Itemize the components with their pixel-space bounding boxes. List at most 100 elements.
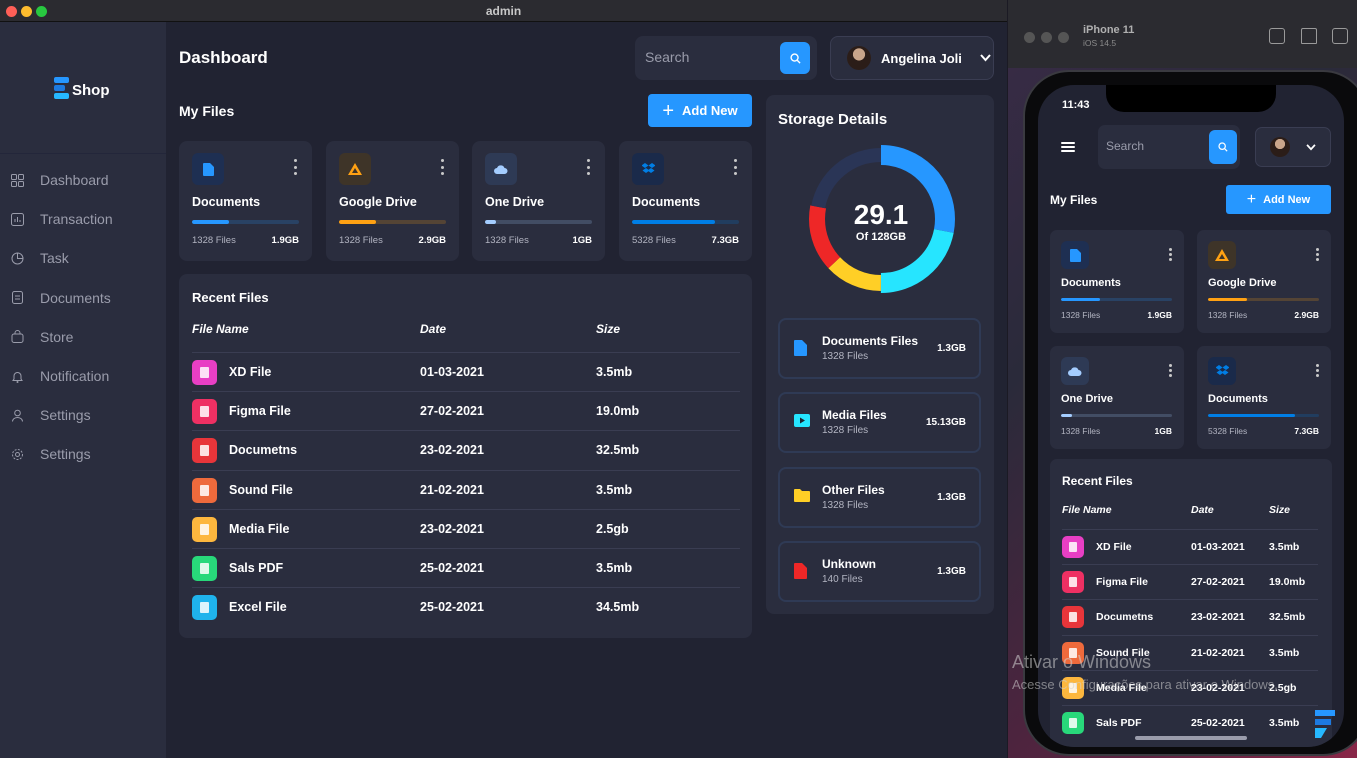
simulator-device-name: iPhone 11 [1083,24,1135,36]
table-row[interactable]: Documetns 23-02-2021 32.5mb [192,430,740,469]
sidebar-item-notification[interactable]: Notification [10,366,109,386]
sidebar-item-settings[interactable]: Settings [10,405,91,425]
table-row[interactable]: Media File 23-02-2021 2.5gb [192,508,740,548]
storage-item-name: Unknown [822,556,876,571]
sidebar-item-store[interactable]: Store [10,327,73,347]
column-header-size[interactable]: Size [596,322,620,336]
table-row[interactable]: Figma File 27-02-2021 19.0mb [192,391,740,430]
file-type-icon [192,438,217,464]
sidebar-item-settings[interactable]: Settings [10,444,91,464]
more-options-icon[interactable] [734,159,738,175]
sim-zoom-button[interactable] [1058,32,1069,43]
phone-screen: 11:43 My Files + Add New Documents 1328 F… [1038,85,1344,747]
mobile-recent-files-title: Recent Files [1062,474,1133,488]
more-options-icon[interactable] [1316,364,1319,377]
card-title: Documents [1208,393,1268,405]
card-title: Documents [1061,277,1121,289]
table-row[interactable]: XD File 01-03-2021 3.5mb [192,352,740,391]
mobile-column-header-size[interactable]: Size [1269,504,1290,516]
file-card-mobile[interactable]: One Drive 1328 Files 1GB [1050,346,1184,449]
mobile-recent-files-panel: Recent Files File Name Date Size XD File… [1050,459,1332,747]
home-icon[interactable] [1301,28,1317,44]
menu-icon[interactable] [1061,142,1075,152]
file-size: 2.9GB [1294,310,1319,320]
storage-progress-bar [1208,298,1319,301]
mobile-profile-card[interactable] [1255,127,1331,167]
mobile-column-header-date[interactable]: Date [1191,504,1214,516]
card-title: One Drive [485,195,545,209]
more-options-icon[interactable] [587,159,591,175]
file-card-mobile[interactable]: Documents 5328 Files 7.3GB [1197,346,1331,449]
bell-icon [10,369,24,383]
sidebar-item-dashboard[interactable]: Dashboard [10,170,109,190]
sim-minimize-button[interactable] [1041,32,1052,43]
cloud-icon [1061,357,1089,385]
file-size: 32.5mb [596,443,640,458]
file-card-mobile[interactable]: Documents 1328 Files 1.9GB [1050,230,1184,333]
google-drive-icon [339,153,371,185]
table-row[interactable]: XD File 01-03-2021 3.5mb [1062,529,1318,564]
table-row[interactable]: Sals PDF 25-02-2021 3.5mb [1062,705,1318,740]
sidebar-item-transaction[interactable]: Transaction [10,209,113,229]
more-options-icon[interactable] [1169,364,1172,377]
sidebar-item-task[interactable]: Task [10,248,69,268]
rotate-icon[interactable] [1332,28,1348,44]
dropbox-icon [1208,357,1236,385]
file-card[interactable]: One Drive 1328 Files 1GB [472,141,605,261]
avatar [1270,137,1290,157]
logo[interactable]: Shop [54,76,110,99]
table-row[interactable]: Documetns 23-02-2021 32.5mb [1062,599,1318,634]
column-header-file-name[interactable]: File Name [192,322,249,336]
file-size: 19.0mb [1269,576,1306,589]
profile-card[interactable]: Angelina Joli [830,36,994,80]
more-options-icon[interactable] [1316,248,1319,261]
gear-icon [10,447,24,461]
divider [0,153,166,154]
card-title: Documents [632,195,701,209]
storage-item[interactable]: Unknown 140 Files 1.3GB [778,540,981,602]
more-options-icon[interactable] [294,159,298,175]
media-icon [794,414,810,430]
table-row[interactable]: Sound File 21-02-2021 3.5mb [192,469,740,509]
screenshot-icon[interactable] [1269,28,1285,44]
add-new-button[interactable]: + Add New [648,94,752,127]
storage-item[interactable]: Other Files 1328 Files 1.3GB [778,466,981,528]
card-title: Google Drive [1208,277,1277,289]
storage-item[interactable]: Media Files 1328 Files 15.13GB [778,392,981,454]
file-card[interactable]: Documents 1328 Files 1.9GB [179,141,312,261]
table-row[interactable]: Sals PDF 25-02-2021 3.5mb [192,548,740,587]
storage-item[interactable]: Documents Files 1328 Files 1.3GB [778,318,981,379]
file-type-icon [192,360,217,385]
table-row[interactable]: Excel File 25-02-2021 34.5mb [192,587,740,626]
table-row[interactable]: Figma File 27-02-2021 19.0mb [1062,564,1318,599]
unknown-file-icon [794,562,810,579]
dropbox-icon [632,153,664,185]
file-name: Figma File [229,404,291,419]
more-options-icon[interactable] [1169,248,1172,261]
mobile-search-button[interactable] [1209,130,1237,164]
file-count: 1328 Files [339,235,383,246]
column-header-date[interactable]: Date [420,322,446,336]
file-date: 23-02-2021 [420,443,484,458]
file-date: 27-02-2021 [420,404,484,419]
more-options-icon[interactable] [441,159,445,175]
mobile-add-new-button[interactable]: + Add New [1226,185,1331,214]
pie-icon [10,251,24,265]
mobile-search-input[interactable] [1106,139,1202,153]
sim-close-button[interactable] [1024,32,1035,43]
sidebar-item-documents[interactable]: Documents [10,288,111,308]
search-input[interactable] [645,49,775,65]
mobile-column-header-file-name[interactable]: File Name [1062,504,1112,516]
file-date: 25-02-2021 [420,600,484,615]
file-card[interactable]: Documents 5328 Files 7.3GB [619,141,752,261]
file-size: 1.9GB [1147,310,1172,320]
file-count: 5328 Files [632,235,676,246]
home-indicator[interactable] [1135,736,1247,740]
cloud-icon [485,153,517,185]
search-button[interactable] [780,42,810,74]
title-bar: admin [0,0,1007,22]
file-card[interactable]: Google Drive 1328 Files 2.9GB [326,141,459,261]
file-card-mobile[interactable]: Google Drive 1328 Files 2.9GB [1197,230,1331,333]
file-count: 1328 Files [192,235,236,246]
document-icon [794,340,810,356]
